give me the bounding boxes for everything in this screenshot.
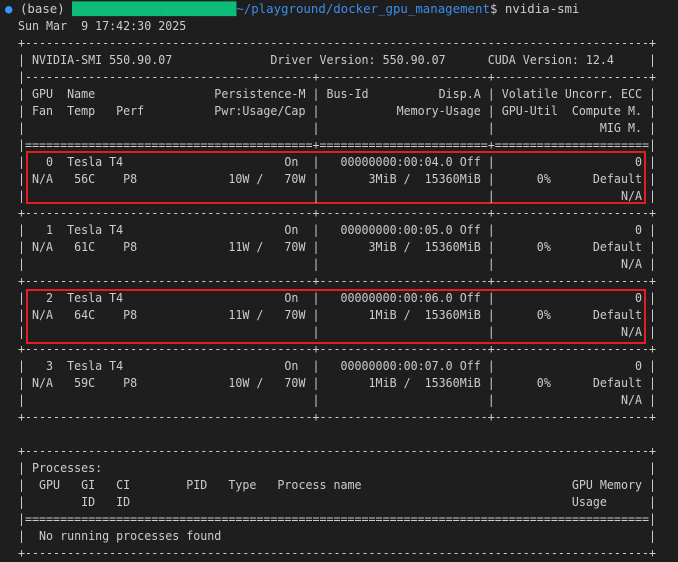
output-line: |---------------------------------------… — [18, 69, 656, 84]
output-line: | Processes: | — [18, 460, 656, 475]
output-line: | | | MIG M. | — [18, 120, 656, 135]
output-line: | | | N/A | — [18, 392, 656, 407]
output-line: | 3 Tesla T4 On | 00000000:00:07.0 Off |… — [18, 358, 656, 373]
terminal-output: ● (base) ██████████████████████~/playgro… — [0, 0, 678, 562]
output-line: | GPU Name Persistence-M | Bus-Id Disp.A… — [18, 86, 656, 101]
redacted-user-host: ██████████████████████ — [72, 1, 237, 16]
prompt-bullet-icon: ● — [5, 1, 13, 16]
output-line: | N/A 61C P8 11W / 70W | 3MiB / 15360MiB… — [18, 239, 656, 254]
output-line: | 2 Tesla T4 On | 00000000:00:06.0 Off |… — [18, 290, 656, 305]
output-line: | 0 Tesla T4 On | 00000000:00:04.0 Off |… — [18, 154, 656, 169]
output-line: Sun Mar 9 17:42:30 2025 — [18, 18, 187, 33]
output-line: | | | N/A | — [18, 256, 656, 271]
conda-env: (base) — [19, 1, 65, 16]
output-line: | NVIDIA-SMI 550.90.07 Driver Version: 5… — [18, 52, 656, 67]
working-directory: ~/playground/docker_gpu_management — [236, 1, 490, 16]
output-line: | No running processes found | — [18, 528, 656, 543]
output-line: | Fan Temp Perf Pwr:Usage/Cap | Memory-U… — [18, 103, 656, 118]
output-line: |=======================================… — [18, 511, 656, 526]
output-line: +---------------------------------------… — [18, 443, 656, 458]
output-line: | N/A 56C P8 10W / 70W | 3MiB / 15360MiB… — [18, 171, 656, 186]
output-line: +---------------------------------------… — [18, 273, 656, 288]
output-line: |=======================================… — [18, 137, 656, 152]
shell-prompt-line: ● (base) ██████████████████████~/playgro… — [5, 0, 579, 17]
prompt-symbol: $ — [489, 1, 498, 16]
output-line: | 1 Tesla T4 On | 00000000:00:05.0 Off |… — [18, 222, 656, 237]
output-line: +---------------------------------------… — [18, 35, 656, 50]
command-text: nvidia-smi — [504, 1, 580, 16]
output-line: | GPU GI CI PID Type Process name GPU Me… — [18, 477, 656, 492]
output-line: | N/A 64C P8 11W / 70W | 1MiB / 15360MiB… — [18, 307, 656, 322]
output-line: +---------------------------------------… — [18, 341, 656, 356]
output-line: | ID ID Usage | — [18, 494, 656, 509]
output-line: +---------------------------------------… — [18, 409, 656, 424]
output-line: +---------------------------------------… — [18, 545, 656, 560]
output-line: | N/A 59C P8 10W / 70W | 1MiB / 15360MiB… — [18, 375, 656, 390]
output-line: +---------------------------------------… — [18, 205, 656, 220]
output-line: | | | N/A | — [18, 188, 656, 203]
output-line: | | | N/A | — [18, 324, 656, 339]
